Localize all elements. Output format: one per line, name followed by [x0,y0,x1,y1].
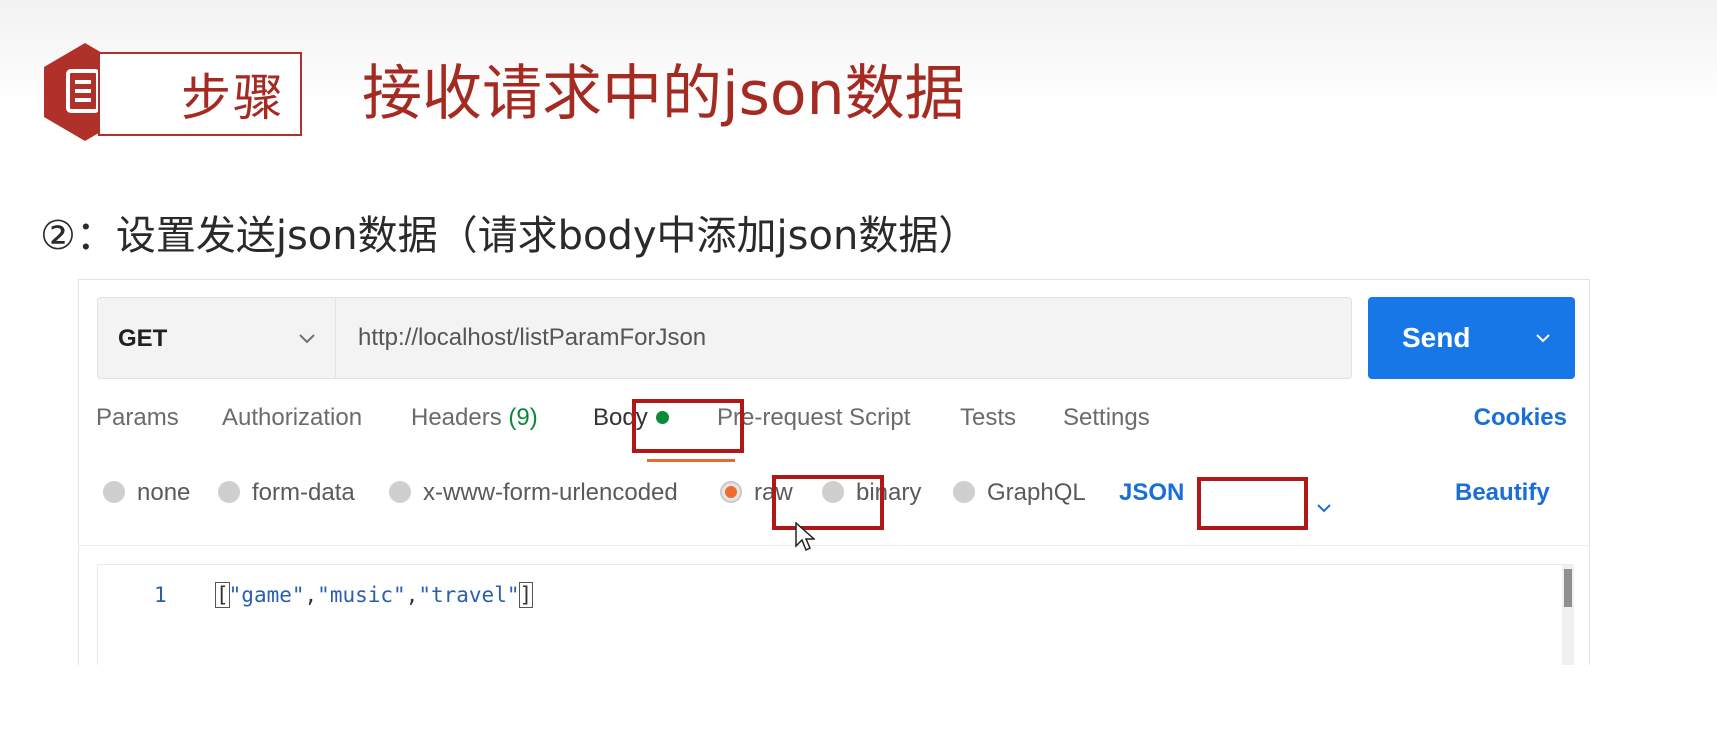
json-string: "game" [228,583,305,607]
headers-count: (9) [508,404,538,431]
beautify-button[interactable]: Beautify [1455,474,1550,512]
radio-icon [103,481,125,503]
radio-icon [953,481,975,503]
radio-icon [218,481,240,503]
editor-scrollbar-thumb[interactable] [1564,569,1572,607]
chevron-down-icon[interactable] [1533,328,1553,348]
mouse-cursor-icon [795,522,815,552]
radio-selected-icon [720,481,742,503]
step-label: 步骤 [181,69,285,127]
method-label: GET [118,325,168,352]
step-label-box: 步骤 [98,52,302,136]
code-editor[interactable]: 1 ["game","music","travel"] [97,564,1574,665]
tab-params[interactable]: Params [96,398,179,438]
tab-pre-request-script[interactable]: Pre-request Script [717,398,910,438]
body-type-label: x-www-form-urlencoded [423,479,678,506]
tab-headers-label: Headers [411,404,502,431]
method-select[interactable]: GET [97,297,335,379]
cookies-link[interactable]: Cookies [1474,398,1567,438]
postman-request-panel: GET http://localhost/listParamForJson Se… [78,279,1590,665]
raw-format-select[interactable]: JSON [1119,474,1184,512]
comma: , [405,583,419,607]
active-tab-underline [647,459,735,462]
body-type-label: GraphQL [987,479,1086,506]
body-type-label: none [137,479,191,506]
chevron-down-icon [299,334,315,344]
line-number: 1 [154,583,167,607]
highlight-raw-option [772,475,884,530]
json-string: "travel" [418,583,520,607]
body-type-graphql[interactable]: GraphQL [953,474,1086,512]
highlight-json-format [1197,477,1308,530]
radio-icon [389,481,411,503]
open-bracket: [ [215,582,230,608]
page-title: 接收请求中的json数据 [362,59,965,129]
code-line[interactable]: ["game","music","travel"] [215,579,534,611]
body-type-label: form-data [252,479,355,506]
tab-tests[interactable]: Tests [960,398,1016,438]
chevron-down-icon[interactable] [1315,499,1333,517]
body-type-urlencoded[interactable]: x-www-form-urlencoded [389,474,678,512]
url-text: http://localhost/listParamForJson [358,324,707,351]
json-string: "music" [317,583,406,607]
comma: , [304,583,318,607]
send-button[interactable]: Send [1368,297,1575,379]
body-type-form-data[interactable]: form-data [218,474,355,512]
close-bracket: ] [518,582,534,608]
step-subtitle: ②：设置发送json数据（请求body中添加json数据） [40,213,979,259]
body-type-none[interactable]: none [103,474,190,512]
tab-headers[interactable]: Headers (9) [411,398,538,438]
divider [79,545,1589,546]
highlight-body-tab [632,399,744,453]
send-label: Send [1402,322,1471,353]
url-input[interactable]: http://localhost/listParamForJson [335,297,1352,379]
tab-settings[interactable]: Settings [1063,398,1150,438]
tab-authorization[interactable]: Authorization [222,398,362,438]
